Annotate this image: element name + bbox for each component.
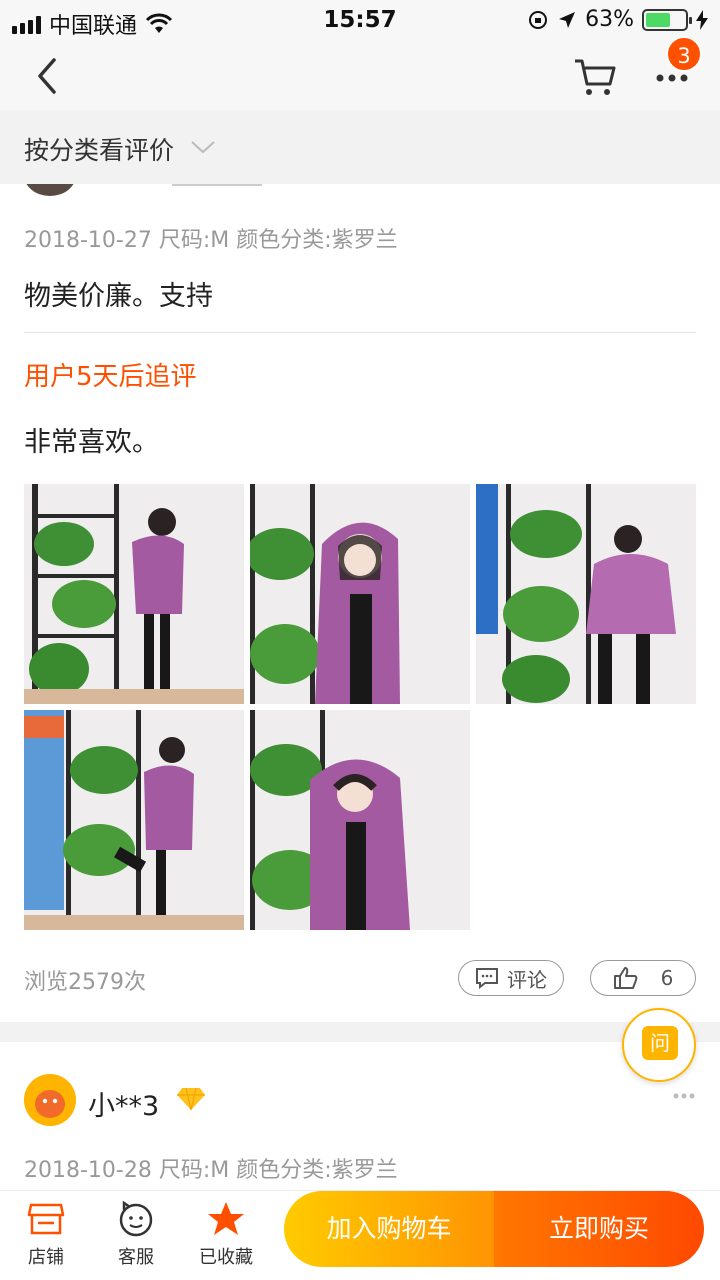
status-right: 63% xyxy=(527,7,708,32)
location-icon xyxy=(559,11,576,28)
followup-content: 非常喜欢。 xyxy=(24,427,159,458)
add-to-cart-button[interactable]: 加入购物车 xyxy=(284,1191,494,1267)
comment-label: 评论 xyxy=(507,967,547,992)
filter-label: 按分类看评价 xyxy=(24,136,175,165)
avatar[interactable] xyxy=(24,1074,76,1126)
comment-button[interactable]: 评论 xyxy=(458,960,564,996)
star-icon xyxy=(208,1202,244,1235)
bottom-action-bar: 店铺 客服 已收藏 加入购物车 立即购买 xyxy=(0,1190,720,1280)
like-count: 6 xyxy=(660,966,674,990)
service-label: 客服 xyxy=(118,1247,154,1268)
review-photo[interactable] xyxy=(476,484,696,704)
username-underline xyxy=(172,184,262,186)
avatar xyxy=(24,184,76,196)
followup-label: 用户5天后追评 xyxy=(24,362,197,392)
category-filter[interactable]: 按分类看评价 xyxy=(0,110,720,184)
battery-fill xyxy=(646,12,670,27)
favorite-tab[interactable]: 已收藏 xyxy=(186,1199,266,1271)
back-icon[interactable] xyxy=(28,54,68,98)
cart-badge: 3 xyxy=(666,36,702,72)
comment-icon xyxy=(476,968,498,989)
like-button[interactable]: 6 xyxy=(590,960,696,996)
review-photo[interactable] xyxy=(24,710,244,930)
review-meta: 2018-10-28 尺码:M 颜色分类:紫罗兰 xyxy=(24,1158,398,1183)
battery-icon xyxy=(642,8,692,31)
status-bar: 中国联通 15:57 63% xyxy=(0,0,720,40)
username: 小**3 xyxy=(88,1091,160,1122)
review-content: 物美价廉。支持 xyxy=(24,281,213,312)
service-icon xyxy=(119,1200,153,1237)
review-list[interactable]: 2018-10-27 尺码:M 颜色分类:紫罗兰 物美价廉。支持 用户5天后追评… xyxy=(0,184,720,1190)
divider xyxy=(24,332,696,333)
more-options-icon[interactable] xyxy=(672,1092,696,1100)
view-count: 浏览2579次 xyxy=(24,970,146,995)
review-photo[interactable] xyxy=(24,484,244,704)
chevron-down-icon xyxy=(191,141,215,154)
section-divider xyxy=(0,1022,720,1042)
review-meta: 2018-10-27 尺码:M 颜色分类:紫罗兰 xyxy=(24,228,398,253)
battery-percent: 63% xyxy=(585,7,634,32)
service-tab[interactable]: 客服 xyxy=(96,1199,176,1271)
store-label: 店铺 xyxy=(28,1247,64,1268)
nav-bar: 3 xyxy=(0,36,720,110)
buy-now-button[interactable]: 立即购买 xyxy=(494,1191,704,1267)
rotation-lock-icon xyxy=(529,10,548,29)
store-icon xyxy=(27,1203,65,1235)
favorite-label: 已收藏 xyxy=(199,1247,253,1268)
cart-icon[interactable] xyxy=(572,56,618,98)
store-tab[interactable]: 店铺 xyxy=(6,1199,86,1271)
diamond-icon xyxy=(177,1087,205,1111)
review-photo[interactable] xyxy=(250,484,470,704)
ask-button[interactable]: 问 xyxy=(622,1008,696,1082)
charging-icon xyxy=(696,9,708,30)
ask-label: 问 xyxy=(642,1026,678,1060)
review-photo[interactable] xyxy=(250,710,470,930)
thumbs-up-icon xyxy=(613,967,637,989)
